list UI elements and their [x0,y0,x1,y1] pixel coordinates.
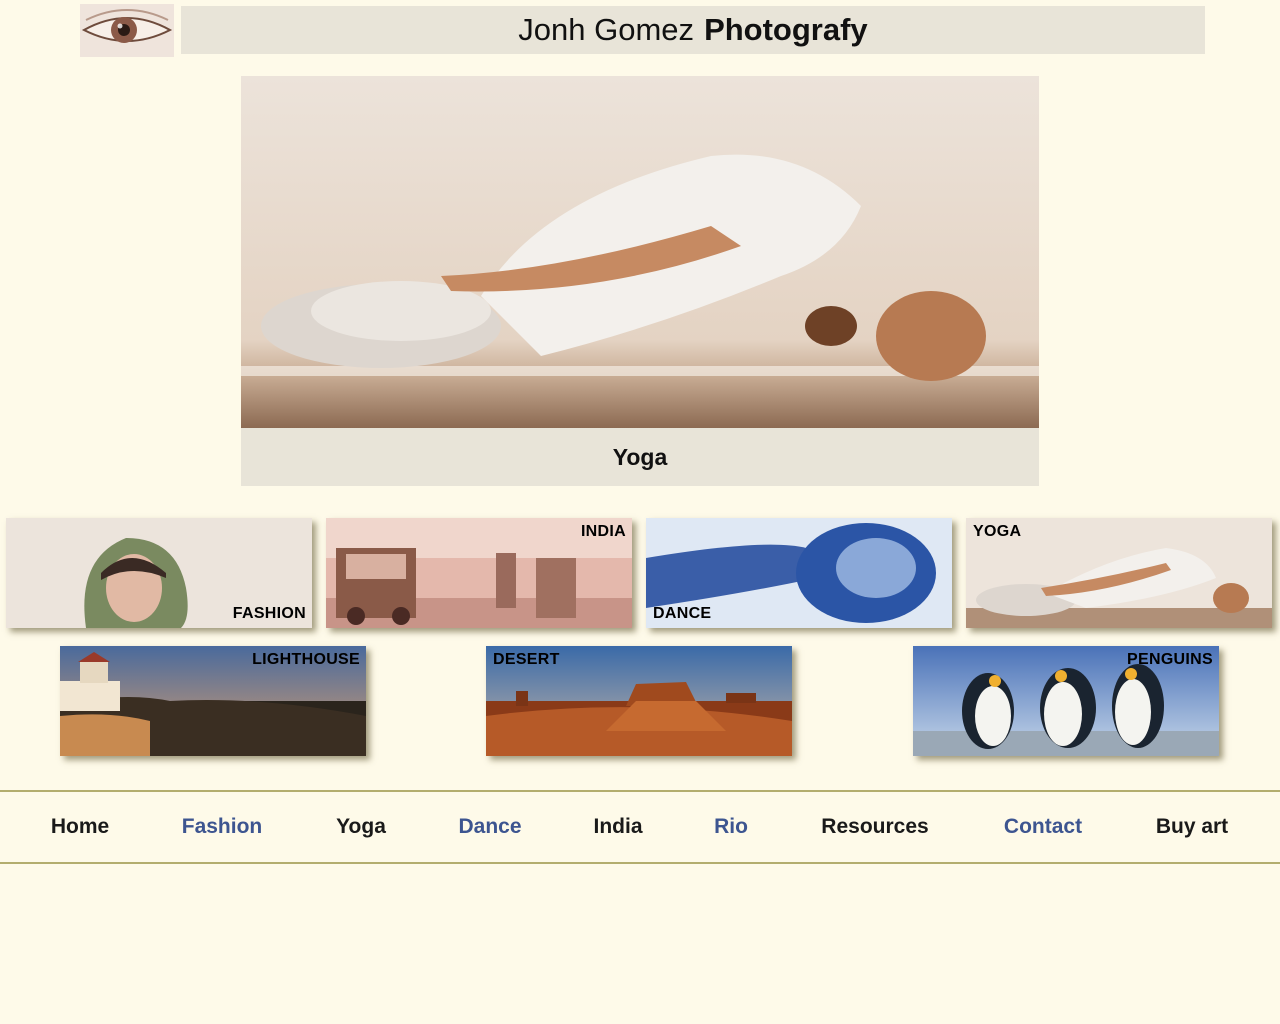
eye-logo[interactable] [80,4,174,57]
thumb-penguins-label: PENGUINS [1127,651,1213,668]
site-title-light: Jonh Gomez [518,12,695,47]
nav-india[interactable]: India [593,792,642,862]
thumb-india[interactable]: INDIA [326,518,632,628]
thumb-desert-label: DESERT [493,651,560,668]
thumb-lighthouse-label: LIGHTHOUSE [252,651,360,668]
nav-rio[interactable]: Rio [714,792,748,862]
thumb-penguins[interactable]: PENGUINS [913,646,1219,756]
nav-home[interactable]: Home [51,792,109,862]
nav-contact[interactable]: Contact [1004,792,1082,862]
thumb-desert[interactable]: DESERT [486,646,792,756]
nav-resources[interactable]: Resources [821,792,928,862]
thumb-fashion[interactable]: FASHION [6,518,312,628]
featured-photo-image[interactable] [241,76,1039,428]
thumb-dance-label: DANCE [653,605,712,622]
nav-buy-art[interactable]: Buy art [1156,792,1228,862]
thumb-fashion-label: FASHION [232,605,306,622]
featured-photo-caption: Yoga [612,443,668,470]
site-title-bold: Photografy [704,12,868,47]
thumb-india-label: INDIA [580,523,626,540]
thumb-dance[interactable]: DANCE [646,518,952,628]
thumb-yoga-label: YOGA [973,523,1022,540]
main-navigation: Home Fashion Yoga Dance India Rio Resour… [0,790,1280,864]
thumb-lighthouse[interactable]: LIGHTHOUSE [60,646,366,756]
site-title: Jonh Gomez Photografy [181,6,1205,54]
nav-yoga[interactable]: Yoga [336,792,386,862]
nav-fashion[interactable]: Fashion [182,792,263,862]
featured-photo: Yoga [241,76,1039,486]
nav-dance[interactable]: Dance [458,792,521,862]
thumb-yoga[interactable]: YOGA [966,518,1272,628]
